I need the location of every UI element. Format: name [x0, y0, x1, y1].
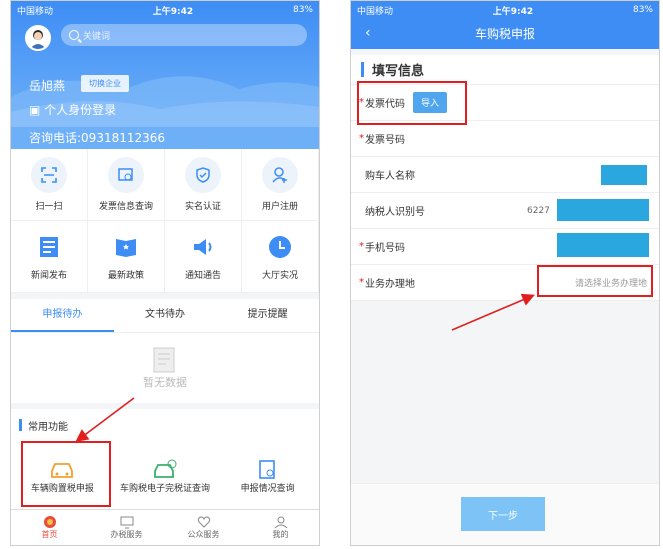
switch-company-button[interactable]: 切换企业	[81, 75, 129, 92]
heart-icon	[197, 516, 210, 528]
page-title: 车购税申报	[474, 27, 535, 41]
todo-tabs: 申报待办 文书待办 提示提醒	[11, 299, 319, 333]
building-icon: ▣	[29, 103, 45, 117]
carrier: 中国移动	[17, 6, 54, 17]
user-add-icon	[272, 167, 287, 183]
declare-screen: 中国移动 上午9:42 83% ‹ 车购税申报 填写信息 * 发票代码 导入 * 发…	[350, 0, 660, 546]
report-search-icon	[258, 459, 275, 479]
grid-item-register[interactable]: 用户注册	[242, 149, 319, 221]
search-input[interactable]: 关键词	[61, 24, 307, 46]
status-bar: 中国移动 上午9:42 83%	[11, 1, 319, 19]
taxpayer-id-value: 6227	[527, 205, 550, 216]
speaker-icon	[194, 239, 212, 255]
declare-header: 中国移动 上午9:42 83% ‹ 车购税申报	[351, 1, 659, 49]
declare-status-query-button[interactable]: 申报情况查询	[216, 441, 319, 511]
grid-item-news[interactable]: 新闻发布	[11, 221, 88, 293]
clock-icon	[269, 236, 291, 258]
home-header: 中国移动 上午9:42 83% 关键词 岳旭燕 切换企业 ▣ 个人身份登录	[11, 1, 319, 127]
tab-tax-service[interactable]: 办税服务	[88, 510, 165, 545]
redacted-taxpayer-id	[557, 199, 649, 221]
tab-reminders[interactable]: 提示提醒	[216, 299, 319, 332]
person-icon	[274, 516, 287, 529]
redacted-phone	[557, 233, 649, 257]
carrier: 中国移动	[357, 6, 394, 17]
scan-icon	[41, 167, 57, 183]
clock: 上午9:42	[152, 6, 194, 17]
tab-public-service[interactable]: 公众服务	[165, 510, 242, 545]
phone-field[interactable]: * 手机号码	[351, 229, 659, 265]
clock: 上午9:42	[492, 6, 534, 17]
tab-document-todo[interactable]: 文书待办	[114, 299, 217, 332]
service-grid: 扫一扫 发票信息查询 实名认证 用户注册 新闻发布 最新政策 通知通告 大厅实况	[11, 149, 319, 293]
battery: 83%	[632, 5, 653, 15]
next-step-button[interactable]: 下一步	[461, 497, 545, 531]
status-bar: 中国移动 上午9:42 83%	[351, 1, 659, 19]
invoice-search-icon	[118, 168, 133, 181]
highlight-box-declare	[21, 441, 111, 507]
shield-icon	[196, 167, 210, 183]
footer-bar: 下一步	[351, 483, 659, 545]
buyer-name-field[interactable]: 购车人名称	[351, 157, 659, 193]
battery: 83%	[292, 5, 313, 15]
tab-declare-todo[interactable]: 申报待办	[11, 299, 114, 332]
search-icon	[69, 30, 79, 40]
car-certificate-icon	[154, 459, 177, 478]
tab-mine[interactable]: 我的	[242, 510, 319, 545]
bottom-tabbar: 首页 办税服务 公众服务 我的	[11, 509, 319, 545]
grid-item-scan[interactable]: 扫一扫	[11, 149, 88, 221]
monitor-icon	[120, 516, 133, 529]
policy-icon	[116, 239, 136, 257]
grid-item-policy[interactable]: 最新政策	[88, 221, 165, 293]
grid-item-notice[interactable]: 通知通告	[165, 221, 242, 293]
login-type: ▣ 个人身份登录	[29, 103, 117, 117]
grid-item-invoice-query[interactable]: 发票信息查询	[88, 149, 165, 221]
tab-home[interactable]: 首页	[11, 510, 88, 545]
empty-state: 暂无数据	[11, 333, 319, 403]
hotline: 咨询电话:09318112366	[29, 131, 166, 145]
grid-item-verify[interactable]: 实名认证	[165, 149, 242, 221]
hotline-bar: 咨询电话:09318112366	[11, 127, 319, 149]
tax-certificate-query-button[interactable]: 车购税电子完税证查询	[114, 441, 217, 511]
avatar[interactable]	[25, 25, 51, 51]
highlight-box-location	[537, 265, 653, 297]
invoice-number-field[interactable]: * 发票号码	[351, 121, 659, 157]
home-screen: 中国移动 上午9:42 83% 关键词 岳旭燕 切换企业 ▣ 个人身份登录 咨询…	[10, 0, 320, 546]
redacted-buyer-name	[601, 165, 647, 185]
news-icon	[40, 237, 58, 257]
empty-document-icon	[153, 347, 175, 373]
user-name: 岳旭燕	[29, 79, 66, 93]
grid-item-hall[interactable]: 大厅实况	[242, 221, 319, 293]
common-functions-header: 常用功能	[11, 409, 319, 441]
highlight-box-import	[357, 81, 467, 125]
taxpayer-id-field[interactable]: 纳税人识别号 6227	[351, 193, 659, 229]
emblem-icon	[43, 516, 56, 528]
